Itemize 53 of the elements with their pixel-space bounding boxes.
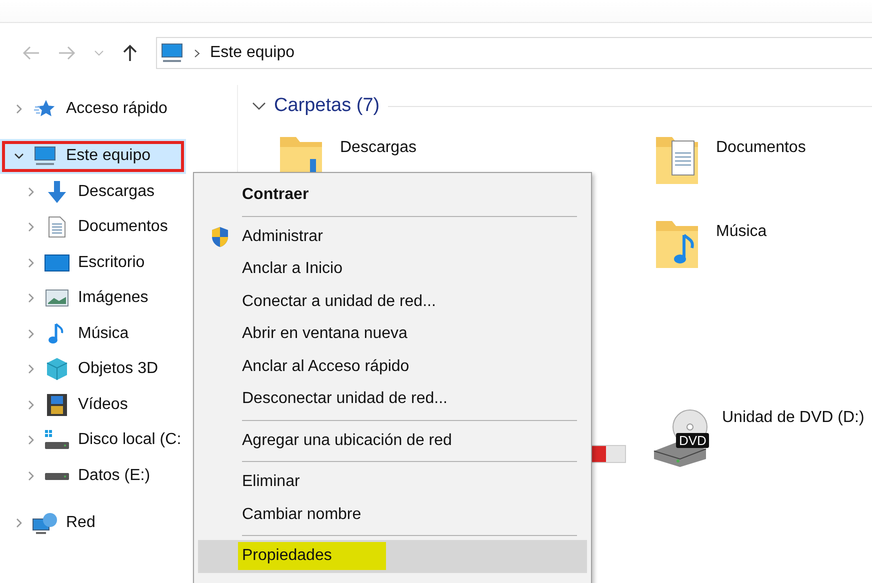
forward-arrow-icon[interactable] — [58, 46, 76, 60]
folder-label[interactable]: Documentos — [716, 139, 806, 157]
document-icon — [48, 216, 66, 238]
section-title[interactable]: Carpetas (7) — [274, 95, 380, 117]
chevron-right-icon[interactable] — [26, 186, 36, 197]
chevron-right-icon[interactable] — [26, 293, 36, 304]
network-icon — [32, 512, 58, 534]
sidebar-item[interactable]: Acceso rápido — [0, 91, 237, 126]
shield-icon — [210, 226, 230, 248]
chevron-right-icon[interactable] — [26, 400, 36, 410]
sidebar-label: Acceso rápido — [66, 100, 168, 118]
sidebar-label: Objetos 3D — [78, 360, 158, 378]
address-bar[interactable]: Este equipo — [156, 37, 872, 69]
menu-item[interactable]: Propiedades — [198, 540, 587, 572]
sidebar-label: Imágenes — [78, 289, 148, 308]
folder-label[interactable]: Descargas — [340, 139, 416, 157]
chevron-right-icon[interactable] — [14, 104, 24, 114]
down-arrow-icon — [45, 180, 69, 204]
folder-label[interactable]: Música — [716, 223, 767, 241]
drive-label[interactable]: Unidad de DVD (D:) — [722, 409, 864, 469]
picture-icon — [45, 289, 69, 308]
sidebar-label: Disco local (C: — [78, 431, 182, 450]
drive-icon — [44, 429, 70, 452]
film-strip-icon — [46, 392, 68, 417]
chevron-right-icon[interactable] — [26, 258, 36, 268]
sidebar-label: Este equipo — [66, 147, 151, 166]
chevron-right-icon[interactable] — [26, 364, 36, 374]
chevron-right-icon[interactable] — [26, 470, 36, 481]
sidebar-label: Documentos — [78, 218, 168, 236]
chevron-right-icon[interactable] — [26, 328, 36, 339]
sidebar-item[interactable]: Este equipo — [0, 138, 186, 174]
cube-icon — [45, 357, 69, 382]
back-arrow-icon[interactable] — [22, 46, 40, 60]
sidebar-label: Vídeos — [78, 396, 128, 414]
chevron-right-icon — [194, 48, 200, 58]
desktop-icon — [44, 252, 70, 273]
chevron-right-icon[interactable] — [14, 518, 24, 528]
sidebar-label: Escritorio — [78, 254, 145, 272]
chevron-down-icon[interactable] — [252, 101, 266, 111]
chevron-down-icon[interactable] — [14, 151, 24, 162]
sidebar-label: Datos (E:) — [78, 466, 150, 485]
chevron-right-icon[interactable] — [26, 222, 36, 232]
star-icon — [34, 98, 56, 119]
dvd-badge: DVD — [676, 433, 710, 448]
sidebar-label: Música — [78, 324, 129, 343]
breadcrumb-item[interactable]: Este equipo — [210, 44, 295, 62]
chevron-right-icon[interactable] — [26, 435, 36, 446]
sidebar-label: Red — [66, 514, 96, 532]
up-arrow-icon[interactable] — [122, 44, 138, 62]
monitor-icon — [160, 43, 184, 63]
monitor-icon — [33, 146, 57, 166]
sidebar-label: Descargas — [78, 182, 154, 201]
dropdown-caret-icon[interactable] — [94, 50, 104, 56]
